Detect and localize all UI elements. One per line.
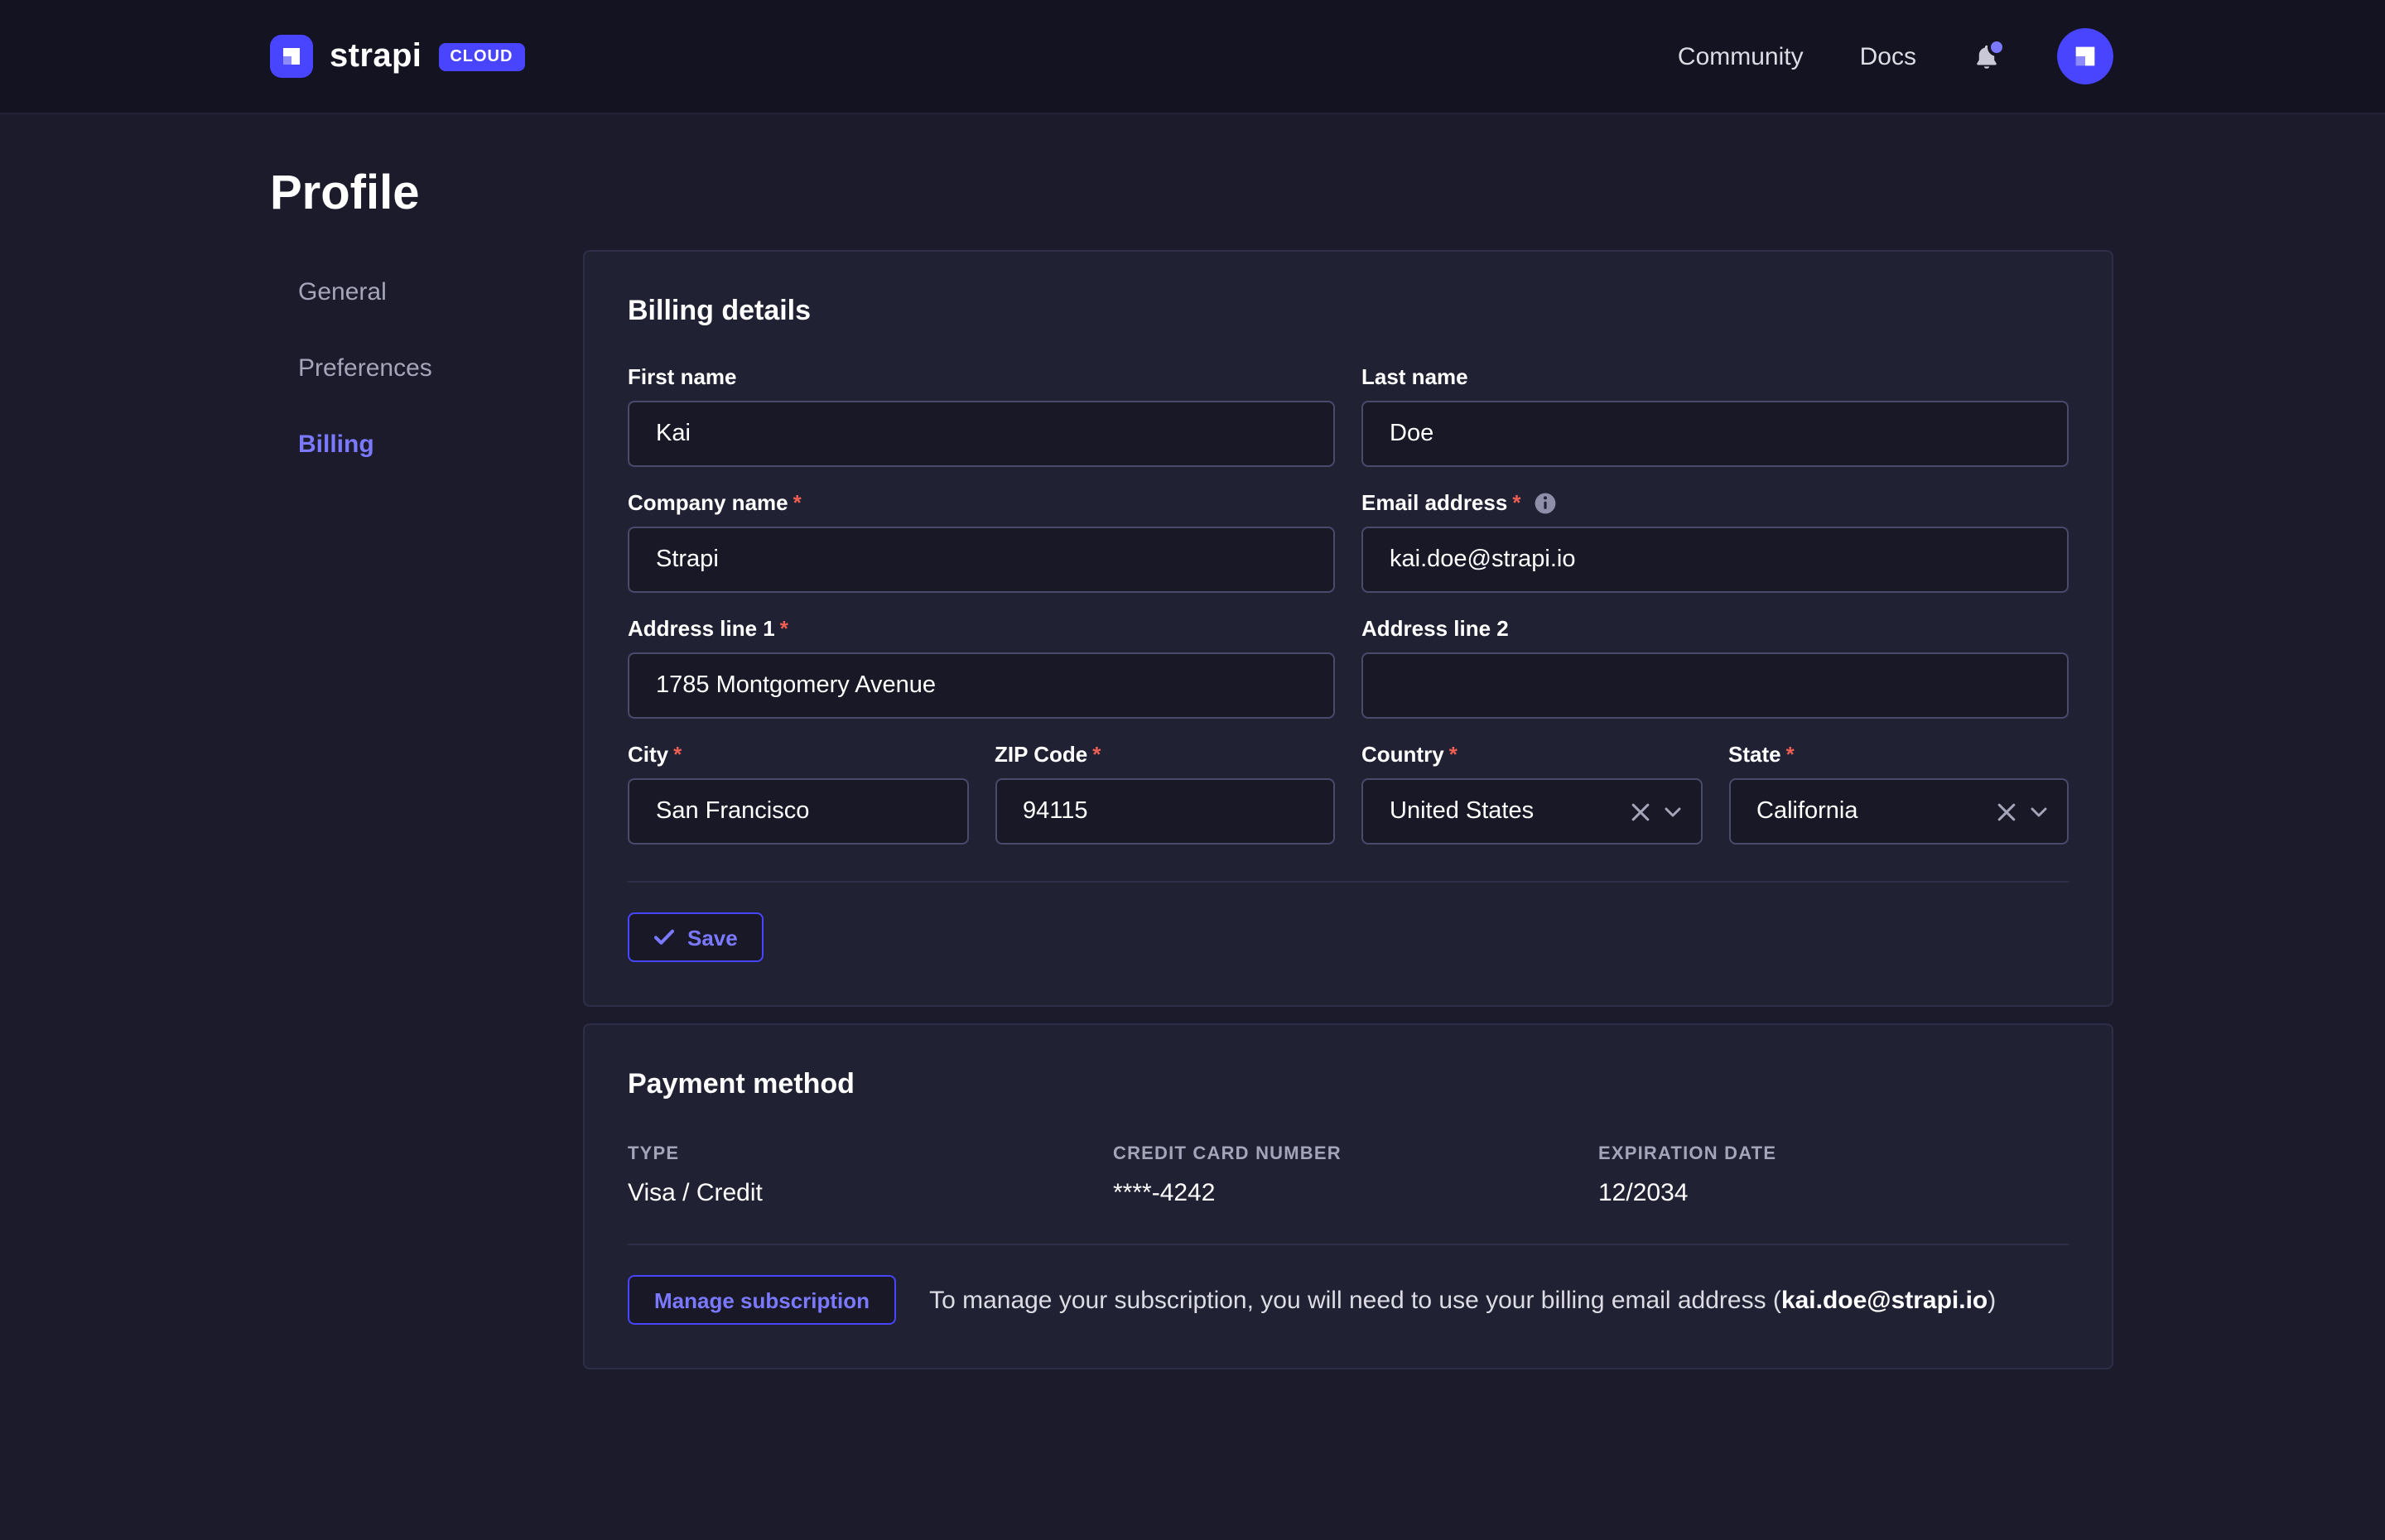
city-input[interactable] (628, 778, 968, 845)
address-line-1-input[interactable] (628, 652, 1335, 719)
notifications-button[interactable] (1973, 41, 2001, 72)
clear-icon[interactable] (1997, 802, 2016, 821)
profile-sidebar: General Preferences Billing (270, 250, 583, 482)
payment-type-label: TYPE (628, 1144, 1113, 1164)
field-first-name: First name (628, 364, 1335, 467)
sidebar-item-preferences[interactable]: Preferences (270, 330, 583, 406)
country-value: United States (1390, 798, 1631, 825)
country-combobox[interactable]: United States (1361, 778, 1702, 845)
credit-card-number-label: CREDIT CARD NUMBER (1113, 1144, 1598, 1164)
credit-card-number-value: ****-4242 (1113, 1179, 1598, 1207)
chevron-down-icon[interactable] (2031, 806, 2047, 817)
field-zip-code: ZIP Code* (995, 742, 1335, 845)
page-title: Profile (270, 167, 2113, 222)
nav-link-community[interactable]: Community (1678, 42, 1804, 70)
city-label: City* (628, 742, 968, 767)
strapi-logo-icon (270, 35, 313, 78)
field-company-name: Company name* (628, 490, 1335, 593)
country-label: Country* (1361, 742, 1702, 767)
company-name-label: Company name* (628, 490, 1335, 515)
save-button[interactable]: Save (628, 912, 764, 962)
page-content: Profile General Preferences Billing Bill… (0, 114, 2385, 1369)
cloud-badge: CLOUD (438, 42, 524, 70)
notification-dot (1988, 37, 2006, 55)
address-line-2-label: Address line 2 (1361, 616, 2069, 641)
zip-code-input[interactable] (995, 778, 1335, 845)
strapi-brand[interactable]: strapi CLOUD (270, 35, 524, 78)
payment-expiration-col: EXPIRATION DATE 12/2034 (1598, 1144, 2069, 1207)
subscription-note: To manage your subscription, you will ne… (929, 1286, 1996, 1314)
payment-type-value: Visa / Credit (628, 1179, 1113, 1207)
required-mark: * (780, 616, 788, 641)
subscription-note-prefix: To manage your subscription, you will ne… (929, 1286, 1781, 1314)
state-label: State* (1728, 742, 2069, 767)
manage-subscription-button[interactable]: Manage subscription (628, 1275, 896, 1325)
field-address-line-1: Address line 1* (628, 616, 1335, 719)
email-address-input[interactable] (1361, 527, 2069, 593)
address-line-2-label-text: Address line 2 (1361, 616, 1509, 641)
zip-code-label: ZIP Code* (995, 742, 1335, 767)
expiration-date-value: 12/2034 (1598, 1179, 2069, 1207)
info-icon[interactable] (1534, 491, 1557, 514)
state-value: California (1756, 798, 1997, 825)
field-state: State* California (1728, 742, 2069, 845)
expiration-date-label: EXPIRATION DATE (1598, 1144, 2069, 1164)
zip-code-label-text: ZIP Code (995, 742, 1087, 767)
state-label-text: State (1728, 742, 1781, 767)
profile-avatar[interactable] (2057, 28, 2113, 84)
save-button-label: Save (687, 925, 738, 950)
check-icon (654, 929, 674, 946)
email-address-label-text: Email address (1361, 490, 1507, 515)
billing-details-card: Billing details First name Last name (583, 250, 2113, 1007)
chevron-down-icon[interactable] (1664, 806, 1680, 817)
company-name-input[interactable] (628, 527, 1335, 593)
top-navbar: strapi CLOUD Community Docs (0, 0, 2385, 114)
clear-icon[interactable] (1631, 802, 1649, 821)
required-mark: * (1092, 742, 1101, 767)
required-mark: * (1786, 742, 1795, 767)
address-line-1-label: Address line 1* (628, 616, 1335, 641)
payment-footer: Manage subscription To manage your subsc… (628, 1275, 2069, 1325)
payment-info-grid: TYPE Visa / Credit CREDIT CARD NUMBER **… (628, 1144, 2069, 1207)
navbar-right: Community Docs (1678, 28, 2113, 84)
field-city: City* (628, 742, 968, 845)
payment-method-title: Payment method (628, 1068, 2069, 1101)
manage-subscription-label: Manage subscription (654, 1287, 870, 1312)
field-country: Country* United States (1361, 742, 1702, 845)
field-address-line-2: Address line 2 (1361, 616, 2069, 719)
form-divider (628, 881, 2069, 883)
required-mark: * (673, 742, 682, 767)
subscription-note-email: kai.doe@strapi.io (1781, 1286, 1988, 1314)
last-name-label: Last name (1361, 364, 2069, 389)
first-name-label-text: First name (628, 364, 737, 389)
first-name-input[interactable] (628, 401, 1335, 467)
payment-method-card: Payment method TYPE Visa / Credit CREDIT… (583, 1023, 2113, 1369)
state-combobox[interactable]: California (1728, 778, 2069, 845)
brand-name: strapi (330, 37, 422, 75)
subscription-note-suffix: ) (1988, 1286, 1996, 1314)
required-mark: * (793, 490, 802, 515)
payment-type-col: TYPE Visa / Credit (628, 1144, 1113, 1207)
sidebar-item-general[interactable]: General (270, 253, 583, 330)
nav-link-docs[interactable]: Docs (1860, 42, 1916, 70)
required-mark: * (1449, 742, 1458, 767)
email-address-label: Email address* (1361, 490, 2069, 515)
field-last-name: Last name (1361, 364, 2069, 467)
country-label-text: Country (1361, 742, 1444, 767)
field-email-address: Email address* (1361, 490, 2069, 593)
last-name-input[interactable] (1361, 401, 2069, 467)
main-column: Billing details First name Last name (583, 250, 2113, 1369)
first-name-label: First name (628, 364, 1335, 389)
last-name-label-text: Last name (1361, 364, 1468, 389)
company-name-label-text: Company name (628, 490, 788, 515)
app-window: strapi CLOUD Community Docs (0, 0, 2385, 1540)
address-line-1-label-text: Address line 1 (628, 616, 775, 641)
payment-card-col: CREDIT CARD NUMBER ****-4242 (1113, 1144, 1598, 1207)
sidebar-item-billing[interactable]: Billing (270, 406, 583, 482)
payment-divider (628, 1244, 2069, 1245)
address-line-2-input[interactable] (1361, 652, 2069, 719)
billing-details-title: Billing details (628, 295, 2069, 328)
required-mark: * (1512, 490, 1520, 515)
city-label-text: City (628, 742, 668, 767)
